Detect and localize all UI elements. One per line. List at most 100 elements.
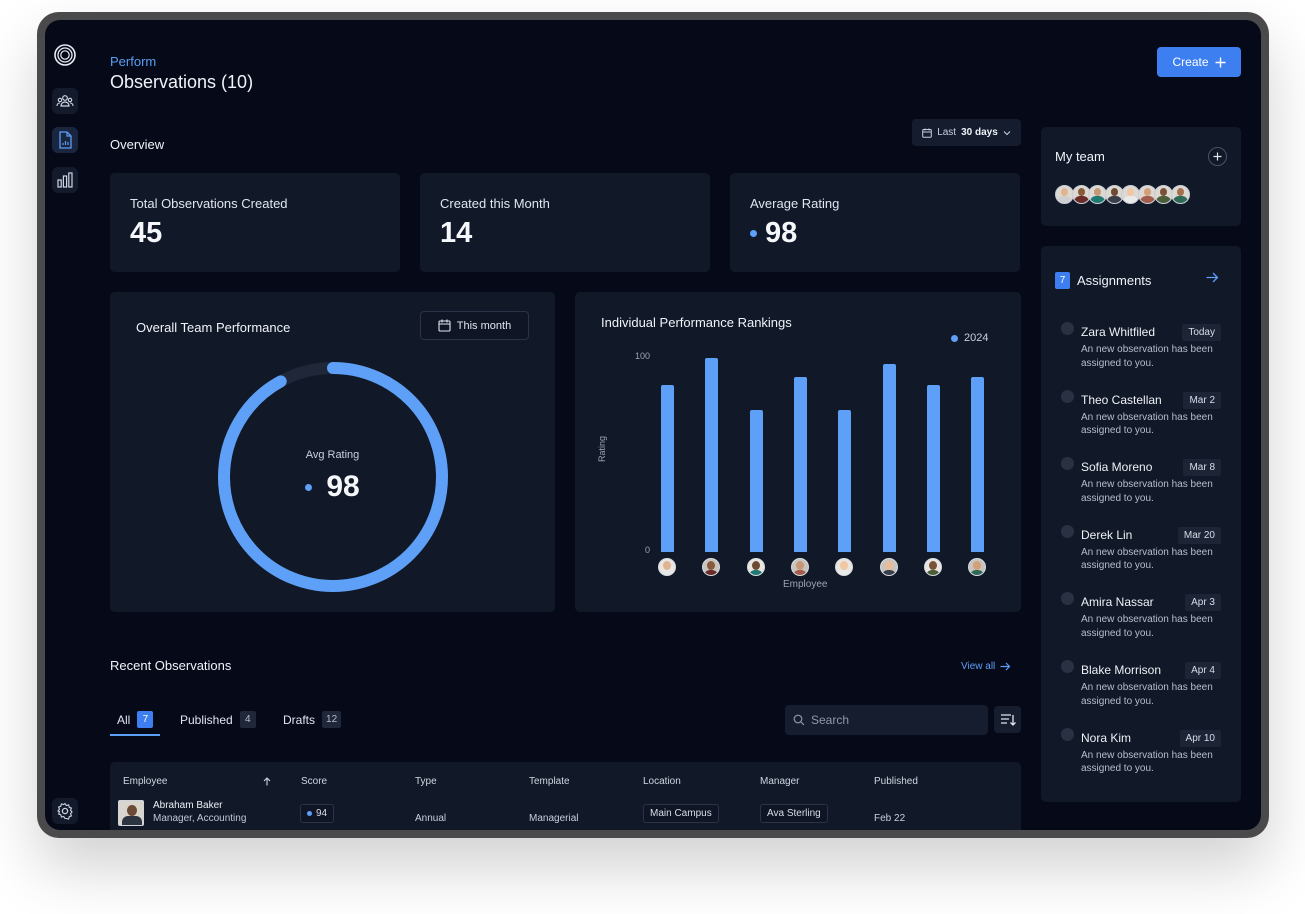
chart-title: Individual Performance Rankings [601, 315, 792, 330]
assignment-name: Blake Morrison [1081, 663, 1162, 677]
column-header-published[interactable]: Published [874, 776, 918, 787]
assignment-description: An new observation has been assigned to … [1081, 479, 1213, 504]
tab-published[interactable]: Published 4 [180, 711, 256, 728]
tab-all[interactable]: All 7 [117, 711, 154, 728]
column-header-template[interactable]: Template [529, 776, 570, 787]
avatar [118, 800, 144, 826]
chart-bar[interactable] [749, 410, 763, 552]
date-range-dropdown[interactable]: Last 30 days [912, 119, 1021, 146]
employee-role: Manager, Accounting [153, 813, 247, 824]
assignment-item[interactable]: Amira Nassar Apr 3 An new observation has … [1041, 592, 1241, 652]
document-chart-icon[interactable] [52, 127, 78, 153]
assignment-date-badge: Apr 3 [1185, 594, 1221, 612]
period-selector[interactable]: This month [420, 311, 529, 340]
y-axis-label: Rating [597, 435, 607, 462]
breadcrumb-section[interactable]: Perform [110, 54, 156, 69]
employee-avatar[interactable] [923, 558, 942, 576]
assignment-checkbox[interactable] [1061, 322, 1074, 335]
observations-table: Employee Score Type Template Location Ma… [110, 762, 1021, 830]
plus-icon [1215, 57, 1226, 67]
assignment-checkbox[interactable] [1061, 389, 1074, 403]
team-icon[interactable] [52, 88, 78, 114]
stat-value-text: 14 [440, 217, 473, 249]
assignment-checkbox[interactable] [1061, 592, 1074, 606]
assignment-checkbox[interactable] [1061, 524, 1074, 538]
employee-avatar[interactable] [835, 558, 854, 576]
team-performance-title: Overall Team Performance [136, 320, 291, 335]
avg-rating-label: Avg Rating [305, 449, 360, 461]
legend-label: 2024 [964, 332, 989, 344]
manager-pill: Ava Sterling [760, 804, 828, 823]
assignment-name: Zara Whitfiled [1081, 325, 1156, 339]
employee-name: Abraham Baker [153, 800, 223, 811]
column-header-score[interactable]: Score [301, 776, 327, 787]
assignment-item[interactable]: Blake Morrison Apr 4 An new observation ha… [1041, 660, 1241, 720]
sort-arrow-up-icon[interactable] [263, 777, 271, 786]
chart-bar[interactable] [793, 377, 807, 552]
template-cell: Managerial [529, 813, 579, 824]
stat-value: 45 [130, 217, 162, 250]
chart-bar[interactable] [926, 385, 940, 552]
sort-button[interactable] [994, 706, 1021, 733]
tab-label: All [117, 712, 131, 727]
page-title: Observations (10) [110, 72, 254, 92]
assignments-count-badge: 7 [1055, 272, 1070, 289]
assignment-date-badge: Apr 10 [1179, 729, 1221, 747]
settings-icon[interactable] [52, 798, 78, 824]
chart-bar[interactable] [705, 358, 719, 552]
assignment-checkbox[interactable] [1061, 727, 1074, 741]
location-pill: Main Campus [643, 804, 719, 823]
employee-avatar[interactable] [702, 558, 721, 576]
chevron-down-icon [1003, 130, 1011, 135]
assignment-name: Derek Lin [1081, 527, 1133, 542]
my-team-title: My team [1055, 149, 1105, 164]
sort-icon [1000, 713, 1016, 726]
column-header-manager[interactable]: Manager [760, 776, 799, 787]
column-header-employee[interactable]: Employee [123, 776, 167, 787]
assignment-item[interactable]: Zara Whitfiled Today An new observation ha… [1041, 322, 1241, 382]
view-all-link[interactable]: View all [961, 661, 1011, 672]
arrow-right-icon [1000, 662, 1011, 671]
period-label: This month [456, 319, 512, 332]
employee-avatar[interactable] [746, 558, 765, 576]
stat-label: Average Rating [750, 196, 840, 211]
column-header-type[interactable]: Type [415, 776, 437, 787]
assignment-checkbox[interactable] [1061, 660, 1074, 673]
employee-avatar[interactable] [658, 558, 676, 576]
assignment-checkbox[interactable] [1061, 457, 1074, 471]
create-button[interactable]: Create [1157, 47, 1241, 77]
chart-bar[interactable] [838, 410, 852, 552]
bar-chart-icon[interactable] [52, 167, 78, 193]
chart-bar[interactable] [882, 363, 896, 552]
y-tick-min: 0 [645, 545, 651, 555]
tab-label: Drafts [283, 712, 316, 727]
chart-bar[interactable] [971, 377, 985, 552]
column-header-location[interactable]: Location [643, 776, 681, 787]
employee-avatar[interactable] [968, 558, 987, 576]
chart-legend: 2024 [951, 332, 988, 344]
assignment-description: An new observation has been assigned to … [1081, 411, 1213, 437]
avg-rating-value: 98 [110, 470, 555, 504]
assignment-item[interactable]: Sofia Moreno Mar 8 An new observation has … [1041, 457, 1241, 517]
arrow-right-icon[interactable] [1206, 272, 1219, 283]
search-icon [793, 714, 805, 726]
chart-bar[interactable] [661, 385, 674, 552]
employee-avatar[interactable] [879, 558, 898, 576]
search-input[interactable]: Search [785, 705, 988, 735]
assignment-item[interactable]: Nora Kim Apr 10 An new observation has bee… [1041, 727, 1241, 788]
stat-value: 14 [440, 217, 472, 250]
assignment-item[interactable]: Derek Lin Mar 20 An new observation has be… [1041, 524, 1241, 585]
tab-count-badge: 12 [322, 711, 342, 728]
tab-drafts[interactable]: Drafts 12 [283, 711, 342, 728]
assignment-item[interactable]: Theo Castellan Mar 2 An new observation ha… [1041, 389, 1241, 450]
overview-title: Overview [110, 137, 165, 152]
device-frame: Perform Observations (10) Create Overvie… [37, 12, 1269, 838]
team-member-avatar[interactable] [1170, 185, 1190, 204]
logo-icon[interactable] [52, 42, 78, 68]
assignments-title: Assignments [1077, 273, 1152, 288]
assignment-date-badge: Mar 20 [1177, 526, 1221, 544]
assignment-date-badge: Apr 4 [1185, 662, 1221, 679]
add-team-member-button[interactable] [1208, 147, 1227, 166]
employee-avatar[interactable] [790, 558, 809, 576]
assignment-name: Nora Kim [1081, 730, 1132, 745]
